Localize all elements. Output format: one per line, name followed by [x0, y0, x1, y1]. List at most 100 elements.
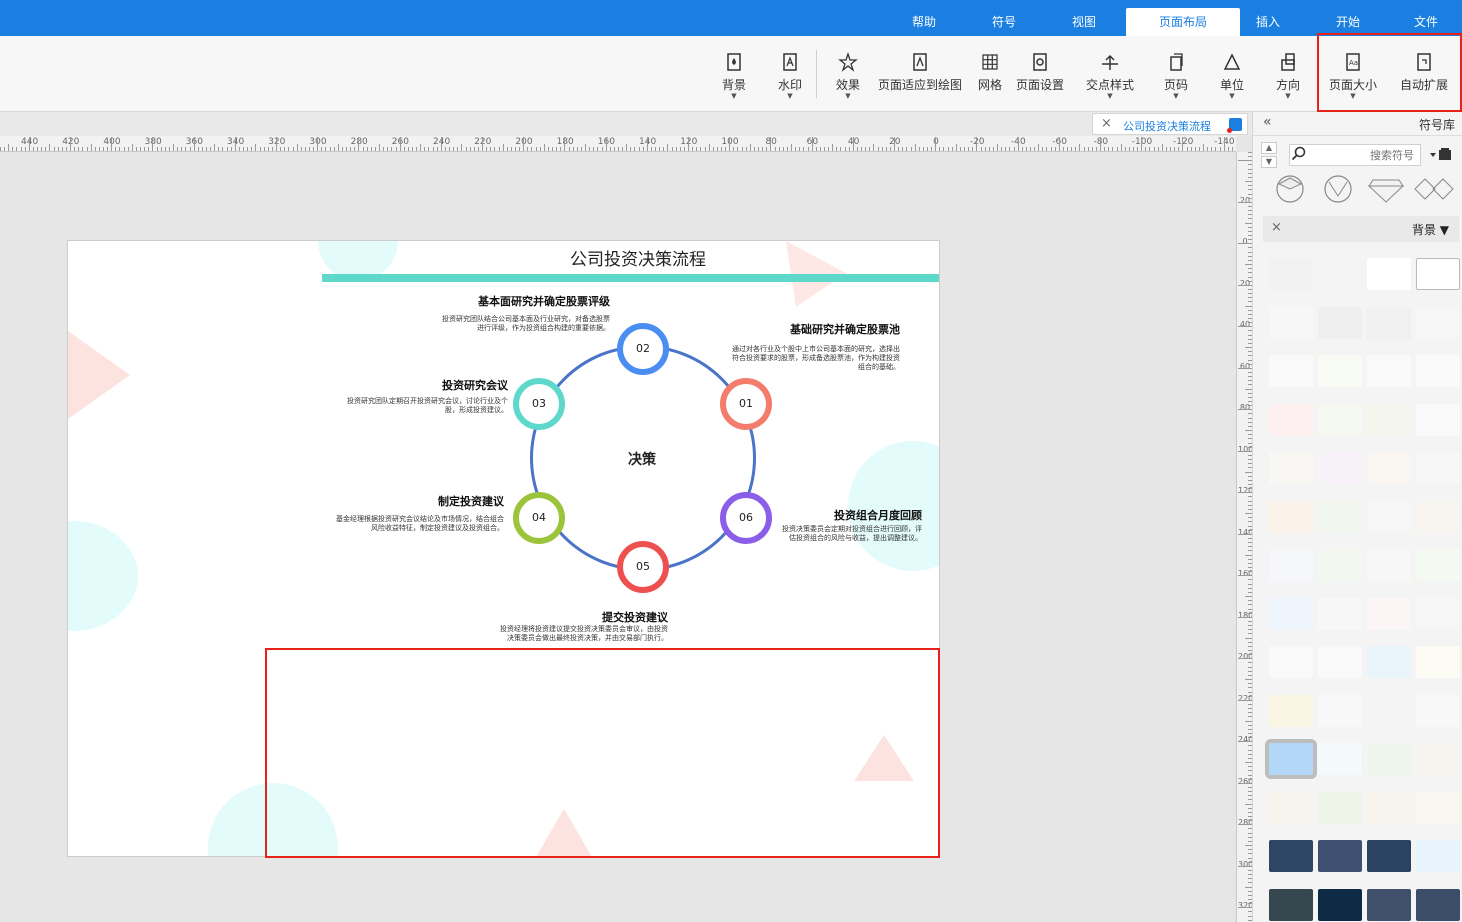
- background-thumbnail[interactable]: [1318, 500, 1362, 533]
- background-thumbnail[interactable]: [1318, 306, 1362, 339]
- tab-file[interactable]: 文件: [1404, 8, 1448, 36]
- background-thumbnail[interactable]: [1265, 739, 1317, 779]
- background-thumbnail[interactable]: [1416, 597, 1460, 630]
- background-thumbnail[interactable]: [1416, 694, 1460, 727]
- background-thumbnail[interactable]: [1269, 403, 1313, 436]
- background-thumbnail[interactable]: [1318, 791, 1362, 824]
- background-thumbnail[interactable]: [1318, 549, 1362, 581]
- background-thumbnail[interactable]: [1367, 791, 1411, 824]
- background-thumbnail[interactable]: [1318, 355, 1362, 387]
- scroll-down-button[interactable]: ▼: [1261, 156, 1277, 168]
- background-thumbnail[interactable]: [1318, 258, 1362, 290]
- background-thumbnail[interactable]: [1416, 791, 1460, 824]
- background-thumbnail[interactable]: [1269, 355, 1313, 387]
- tab-view[interactable]: 视图: [1062, 8, 1106, 36]
- fit-to-drawing-button[interactable]: 页面适应到绘图: [874, 48, 966, 104]
- background-thumbnail[interactable]: [1367, 549, 1411, 581]
- background-thumbnail[interactable]: [1416, 306, 1460, 339]
- background-thumbnail[interactable]: [1269, 306, 1313, 339]
- background-thumbnail[interactable]: [1367, 306, 1411, 339]
- cycle-node-05[interactable]: 05: [617, 541, 669, 593]
- shape-thumbnail[interactable]: [1413, 174, 1455, 204]
- background-thumbnail[interactable]: [1318, 694, 1362, 727]
- collapse-panel-icon[interactable]: «: [1263, 114, 1272, 130]
- search-icon[interactable]: [1291, 146, 1307, 162]
- background-thumbnail[interactable]: [1318, 646, 1362, 678]
- library-menu-icon[interactable]: [1429, 147, 1453, 163]
- ruler-tick: [1038, 144, 1040, 151]
- cycle-node-03[interactable]: 03: [513, 378, 565, 430]
- cycle-node-02[interactable]: 02: [617, 323, 669, 375]
- scroll-up-button[interactable]: ▲: [1261, 142, 1277, 154]
- symbol-search-field[interactable]: [1289, 144, 1421, 166]
- background-thumbnail[interactable]: [1367, 500, 1411, 533]
- background-thumbnail[interactable]: [1416, 549, 1460, 581]
- tab-insert[interactable]: 插入: [1246, 8, 1290, 36]
- background-thumbnail[interactable]: [1269, 791, 1313, 824]
- background-thumbnail[interactable]: [1416, 888, 1460, 921]
- grid-button[interactable]: 网格: [970, 48, 1010, 104]
- background-thumbnail[interactable]: [1416, 500, 1460, 533]
- ruler-tick: [337, 144, 339, 151]
- background-button[interactable]: 背景 ▼: [714, 48, 754, 104]
- background-thumbnail[interactable]: [1367, 694, 1411, 727]
- background-thumbnail[interactable]: [1367, 403, 1411, 436]
- category-header[interactable]: × 背景 ▼: [1263, 216, 1459, 242]
- cycle-node-01[interactable]: 01: [720, 378, 772, 430]
- background-thumbnail[interactable]: [1269, 597, 1313, 630]
- background-thumbnail[interactable]: [1318, 840, 1362, 872]
- background-thumbnail[interactable]: [1318, 403, 1362, 436]
- background-thumbnail[interactable]: [1318, 743, 1362, 775]
- background-thumbnail[interactable]: [1269, 694, 1313, 727]
- background-thumbnail[interactable]: [1367, 355, 1411, 387]
- background-thumbnail[interactable]: [1269, 452, 1313, 484]
- background-thumbnail[interactable]: [1269, 888, 1313, 921]
- background-thumbnail[interactable]: [1269, 840, 1313, 872]
- tab-start[interactable]: 开始: [1326, 8, 1370, 36]
- background-thumbnail[interactable]: [1318, 452, 1362, 484]
- background-thumbnail[interactable]: [1367, 743, 1411, 775]
- cycle-node-06[interactable]: 06: [720, 492, 772, 544]
- drawing-canvas[interactable]: 公司投资决策流程 决策 01 02 03 04 05 06 基础研究并确定股票池…: [0, 152, 1236, 922]
- tab-page-layout[interactable]: 页面布局: [1126, 8, 1240, 36]
- background-thumbnail[interactable]: [1269, 500, 1313, 533]
- background-thumbnail[interactable]: [1367, 888, 1411, 921]
- cross-style-button[interactable]: 交点样式 ▼: [1082, 48, 1138, 104]
- background-thumbnail[interactable]: [1269, 258, 1313, 290]
- orientation-button[interactable]: 方向 ▼: [1268, 48, 1308, 104]
- watermark-button[interactable]: 水印 ▼: [770, 48, 810, 104]
- shape-thumbnail[interactable]: [1317, 174, 1359, 204]
- background-thumbnail[interactable]: [1416, 840, 1460, 872]
- cycle-node-04[interactable]: 04: [513, 492, 565, 544]
- ruler-tick: [869, 147, 871, 151]
- background-thumbnail[interactable]: [1416, 743, 1460, 775]
- tab-symbol[interactable]: 符号: [982, 8, 1026, 36]
- background-thumbnail[interactable]: [1269, 549, 1313, 581]
- page-number-button[interactable]: 页码 ▼: [1156, 48, 1196, 104]
- shape-thumbnail[interactable]: [1365, 174, 1407, 204]
- page-setup-button[interactable]: 页面设置: [1012, 48, 1068, 104]
- shape-thumbnail[interactable]: [1269, 174, 1311, 204]
- background-thumbnail[interactable]: [1367, 452, 1411, 484]
- background-thumbnail[interactable]: [1416, 258, 1460, 290]
- background-thumbnail[interactable]: [1367, 840, 1411, 872]
- background-thumbnail[interactable]: [1318, 888, 1362, 921]
- background-thumbnail[interactable]: [1416, 403, 1460, 436]
- background-thumbnail[interactable]: [1269, 646, 1313, 678]
- effects-button[interactable]: 效果 ▼: [828, 48, 868, 104]
- tab-help[interactable]: 帮助: [902, 8, 946, 36]
- document-tab[interactable]: × 公司投资决策流程: [1092, 113, 1248, 135]
- background-thumbnail[interactable]: [1416, 646, 1460, 678]
- background-thumbnail[interactable]: [1367, 646, 1411, 678]
- background-thumbnail[interactable]: [1416, 355, 1460, 387]
- unit-button[interactable]: 单位 ▼: [1212, 48, 1252, 104]
- ruler-tick: [1238, 367, 1252, 369]
- chevron-down-icon: ▼: [845, 92, 851, 100]
- search-input[interactable]: [1290, 145, 1420, 165]
- close-icon[interactable]: ×: [1101, 116, 1112, 131]
- background-thumbnail[interactable]: [1416, 452, 1460, 484]
- background-thumbnail[interactable]: [1318, 597, 1362, 630]
- background-thumbnail[interactable]: [1367, 597, 1411, 630]
- close-icon[interactable]: ×: [1271, 220, 1282, 235]
- background-thumbnail[interactable]: [1367, 258, 1411, 290]
